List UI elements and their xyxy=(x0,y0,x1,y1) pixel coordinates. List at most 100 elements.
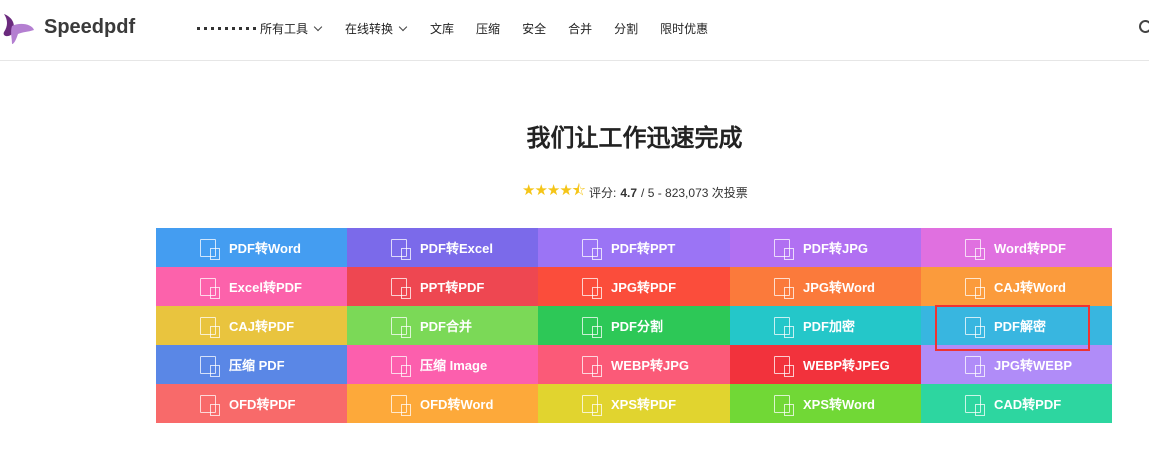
tool-label: CAJ转Word xyxy=(994,280,1066,295)
tool-tile[interactable]: OFD转PDF xyxy=(156,384,347,423)
nav-label: 压缩 xyxy=(476,22,501,36)
file-convert-icon xyxy=(200,394,220,416)
tool-label: PPT转PDF xyxy=(420,280,485,295)
tool-tile[interactable]: JPG转Word xyxy=(730,267,921,306)
tool-label: JPG转Word xyxy=(803,280,875,295)
tool-label: CAD转PDF xyxy=(994,397,1062,412)
file-convert-icon xyxy=(774,355,794,377)
file-convert-icon xyxy=(582,277,602,299)
highlight-box xyxy=(935,305,1090,351)
tool-label: WEBP转JPEG xyxy=(803,358,890,373)
nav-item-1[interactable]: 在线转换 xyxy=(345,20,408,37)
tool-tile[interactable]: PDF合并 xyxy=(347,306,538,345)
tool-label: PDF转Word xyxy=(229,241,301,256)
tool-tile[interactable]: PDF转Word xyxy=(156,228,347,267)
file-convert-icon xyxy=(582,238,602,260)
nav-item-2[interactable]: 文库 xyxy=(430,20,454,37)
tool-label: 压缩 Image xyxy=(420,358,488,373)
tool-tile[interactable]: CAJ转Word xyxy=(921,267,1112,306)
tool-tile[interactable]: PDF加密 xyxy=(730,306,921,345)
tool-tile[interactable]: PDF转JPG xyxy=(730,228,921,267)
tool-tile[interactable]: XPS转Word xyxy=(730,384,921,423)
tool-tile[interactable]: CAD转PDF xyxy=(921,384,1112,423)
file-convert-icon xyxy=(200,355,220,377)
tool-label: CAJ转PDF xyxy=(229,319,295,334)
tool-label: OFD转Word xyxy=(420,397,494,412)
tool-tile[interactable]: XPS转PDF xyxy=(538,384,730,423)
tool-tile[interactable]: 压缩 Image xyxy=(347,345,538,384)
file-convert-icon xyxy=(391,316,411,338)
nav-label: 分割 xyxy=(614,22,639,36)
file-convert-icon xyxy=(965,394,985,416)
rating: ★★★★⯪ 评分: 4.7 / 5 - 823,073 次投票 xyxy=(522,180,748,205)
page-title: 我们让工作迅速完成 xyxy=(526,125,743,152)
nav-item-5[interactable]: 合并 xyxy=(568,20,592,37)
grid-icon xyxy=(197,27,256,30)
nav-label: 合并 xyxy=(568,22,593,36)
file-convert-icon xyxy=(391,277,411,299)
chevron-down-icon xyxy=(398,22,408,32)
file-convert-icon xyxy=(200,238,220,260)
tool-label: PDF合并 xyxy=(420,319,473,334)
tool-label: JPG转PDF xyxy=(611,280,677,295)
tool-label: JPG转WEBP xyxy=(994,358,1073,373)
file-convert-icon xyxy=(200,277,220,299)
rating-label: 评分: xyxy=(589,186,617,200)
nav-label: 在线转换 xyxy=(345,22,394,36)
nav-item-0[interactable]: 所有工具 xyxy=(197,20,323,37)
tool-label: OFD转PDF xyxy=(229,397,296,412)
tool-tile[interactable]: PDF分割 xyxy=(538,306,730,345)
chevron-down-icon xyxy=(313,22,323,32)
nav-item-4[interactable]: 安全 xyxy=(522,20,546,37)
nav-label: 安全 xyxy=(522,22,547,36)
file-convert-icon xyxy=(774,394,794,416)
tool-label: Excel转PDF xyxy=(229,280,302,295)
tool-tile[interactable]: CAJ转PDF xyxy=(156,306,347,345)
nav-item-7[interactable]: 限时优惠 xyxy=(660,20,708,37)
nav-label: 所有工具 xyxy=(260,22,309,36)
file-convert-icon xyxy=(391,355,411,377)
nav-label: 限时优惠 xyxy=(660,22,709,36)
tool-label: PDF转PPT xyxy=(611,241,676,256)
tool-tile[interactable]: Word转PDF xyxy=(921,228,1112,267)
file-convert-icon xyxy=(391,238,411,260)
speedpdf-logo-icon[interactable] xyxy=(0,12,36,46)
tool-label: XPS转Word xyxy=(803,397,875,412)
top-header: Speedpdf 所有工具 在线转换 文库 压缩 安全 合并 分割 限时优惠 xyxy=(0,0,1149,61)
tool-tile[interactable]: PDF转Excel xyxy=(347,228,538,267)
tool-label: 压缩 PDF xyxy=(229,358,285,373)
file-convert-icon xyxy=(965,355,985,377)
tool-tile[interactable]: WEBP转JPEG xyxy=(730,345,921,384)
tool-tile[interactable]: Excel转PDF xyxy=(156,267,347,306)
file-convert-icon xyxy=(582,394,602,416)
tool-tile[interactable]: PDF转PPT xyxy=(538,228,730,267)
tool-tile[interactable]: OFD转Word xyxy=(347,384,538,423)
file-convert-icon xyxy=(965,277,985,299)
file-convert-icon xyxy=(391,394,411,416)
nav-item-3[interactable]: 压缩 xyxy=(476,20,500,37)
tool-tile[interactable]: JPG转PDF xyxy=(538,267,730,306)
rating-value: 4.7 xyxy=(620,185,638,200)
main-nav: 所有工具 在线转换 文库 压缩 安全 合并 分割 限时优惠 xyxy=(197,20,708,37)
tool-tile[interactable]: WEBP转JPG xyxy=(538,345,730,384)
tool-label: Word转PDF xyxy=(994,241,1066,256)
tool-label: XPS转PDF xyxy=(611,397,677,412)
file-convert-icon xyxy=(774,316,794,338)
file-convert-icon xyxy=(582,316,602,338)
brand-name[interactable]: Speedpdf xyxy=(44,16,135,39)
tool-tile[interactable]: 压缩 PDF xyxy=(156,345,347,384)
rating-votes: / 5 - 823,073 次投票 xyxy=(641,186,748,200)
tool-label: PDF加密 xyxy=(803,319,856,334)
file-convert-icon xyxy=(200,316,220,338)
tool-label: PDF转JPG xyxy=(803,241,869,256)
nav-label: 文库 xyxy=(430,22,455,36)
search-icon[interactable] xyxy=(1139,20,1149,33)
file-convert-icon xyxy=(774,238,794,260)
file-convert-icon xyxy=(965,238,985,260)
file-convert-icon xyxy=(582,355,602,377)
star-rating-icon: ★★★★⯪ xyxy=(522,182,586,199)
tool-label: WEBP转JPG xyxy=(611,358,690,373)
nav-item-6[interactable]: 分割 xyxy=(614,20,638,37)
tool-label: PDF转Excel xyxy=(420,241,493,256)
tool-tile[interactable]: PPT转PDF xyxy=(347,267,538,306)
